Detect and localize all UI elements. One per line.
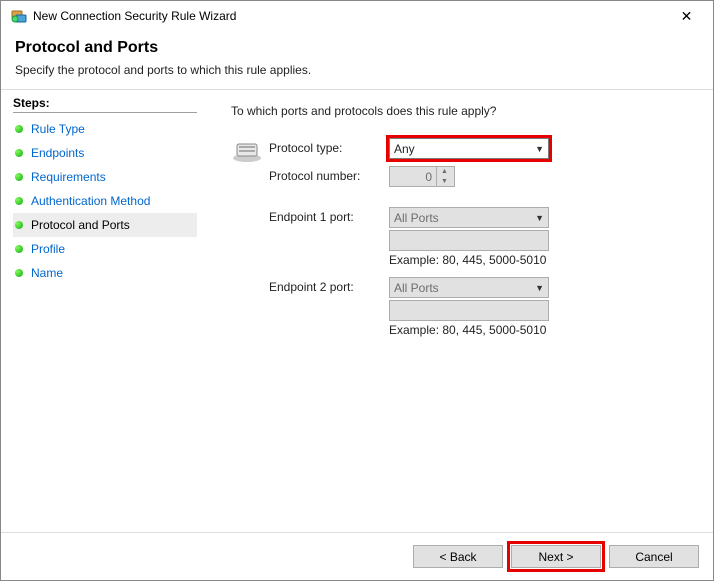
step-name[interactable]: Name [13, 261, 197, 285]
page-title: Protocol and Ports [15, 39, 699, 57]
endpoint1-port-dropdown[interactable]: All Ports ▼ [389, 207, 549, 228]
protocol-number-stepper[interactable]: ▲ ▼ [389, 166, 455, 187]
back-button[interactable]: < Back [413, 545, 503, 568]
step-endpoints[interactable]: Endpoints [13, 141, 197, 165]
bullet-icon [15, 149, 23, 157]
bullet-icon [15, 221, 23, 229]
step-rule-type[interactable]: Rule Type [13, 117, 197, 141]
endpoint2-value: All Ports [394, 281, 439, 295]
step-protocol-and-ports[interactable]: Protocol and Ports [13, 213, 197, 237]
endpoint2-label: Endpoint 2 port: [269, 277, 389, 294]
next-button[interactable]: Next > [511, 545, 601, 568]
endpoint1-value: All Ports [394, 211, 439, 225]
protocol-type-label: Protocol type: [269, 138, 389, 155]
endpoint2-port-input[interactable] [389, 300, 549, 321]
endpoint1-label: Endpoint 1 port: [269, 207, 389, 224]
bullet-icon [15, 125, 23, 133]
close-button[interactable]: ✕ [664, 2, 709, 30]
bullet-icon [15, 197, 23, 205]
spin-down-icon[interactable]: ▼ [437, 177, 452, 187]
title-bar: New Connection Security Rule Wizard ✕ [1, 1, 713, 31]
step-profile[interactable]: Profile [13, 237, 197, 261]
footer-buttons: < Back Next > Cancel [1, 532, 713, 580]
chevron-down-icon: ▼ [535, 144, 544, 154]
endpoint1-port-input[interactable] [389, 230, 549, 251]
window-title: New Connection Security Rule Wizard [33, 9, 664, 23]
protocol-type-dropdown[interactable]: Any ▼ [389, 138, 549, 159]
server-icon [231, 140, 263, 164]
header-section: Protocol and Ports Specify the protocol … [1, 31, 713, 90]
app-icon [11, 8, 27, 24]
step-requirements[interactable]: Requirements [13, 165, 197, 189]
steps-sidebar: Steps: Rule Type Endpoints Requirements … [1, 90, 207, 532]
chevron-down-icon: ▼ [535, 213, 544, 223]
close-icon: ✕ [681, 8, 693, 25]
bullet-icon [15, 269, 23, 277]
bullet-icon [15, 173, 23, 181]
protocol-type-value: Any [394, 142, 415, 156]
chevron-down-icon: ▼ [535, 283, 544, 293]
prompt-text: To which ports and protocols does this r… [231, 104, 689, 118]
steps-heading: Steps: [13, 96, 197, 113]
endpoint1-example: Example: 80, 445, 5000-5010 [389, 253, 569, 267]
bullet-icon [15, 245, 23, 253]
main-panel: To which ports and protocols does this r… [207, 90, 713, 532]
page-subtitle: Specify the protocol and ports to which … [15, 63, 699, 77]
cancel-button[interactable]: Cancel [609, 545, 699, 568]
endpoint2-example: Example: 80, 445, 5000-5010 [389, 323, 569, 337]
endpoint2-port-dropdown[interactable]: All Ports ▼ [389, 277, 549, 298]
protocol-number-label: Protocol number: [269, 166, 389, 183]
step-authentication-method[interactable]: Authentication Method [13, 189, 197, 213]
spin-up-icon[interactable]: ▲ [437, 167, 452, 177]
protocol-number-input[interactable] [390, 170, 436, 184]
